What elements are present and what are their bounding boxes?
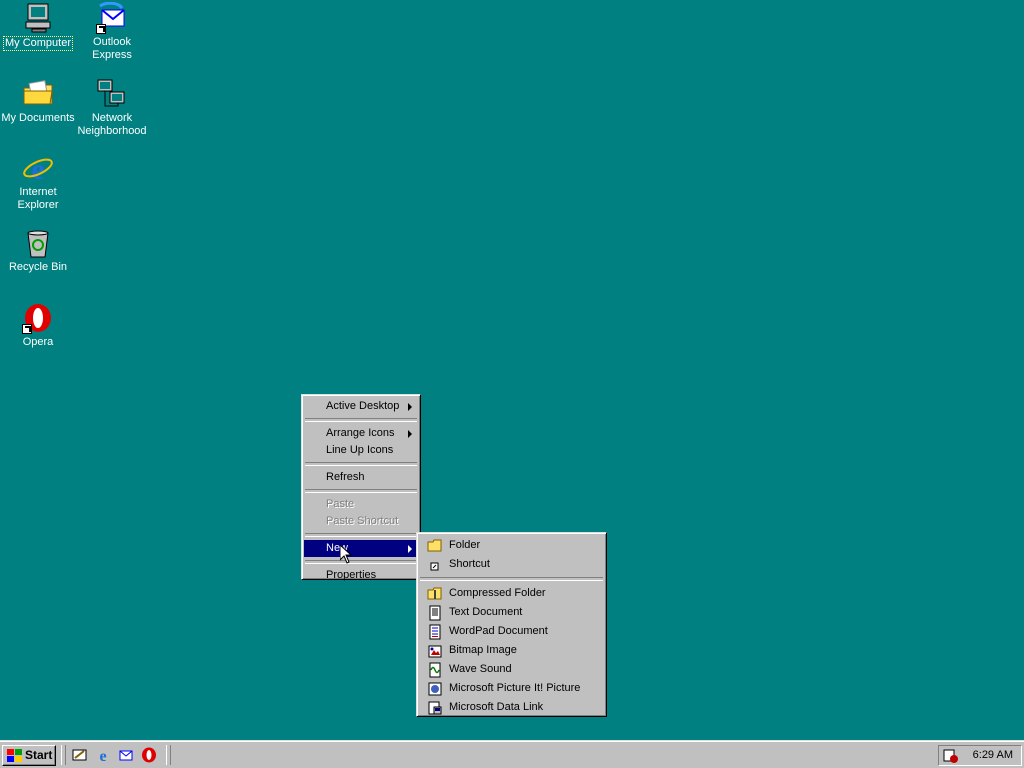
show-desktop-icon[interactable] bbox=[72, 747, 88, 763]
desktop-icon-label: Network Neighborhood bbox=[77, 112, 147, 137]
submenu-item-compressed-folder[interactable]: Compressed Folder bbox=[419, 584, 604, 603]
desktop-icon-recycle-bin[interactable]: Recycle Bin bbox=[0, 227, 76, 274]
outlook-express-icon bbox=[96, 1, 128, 34]
desktop-icon-label: Internet Explorer bbox=[17, 186, 59, 211]
folder-icon bbox=[22, 78, 54, 110]
menu-item-active-desktop[interactable]: Active Desktop bbox=[304, 398, 418, 415]
submenu-item-wave-sound[interactable]: Wave Sound bbox=[419, 660, 604, 679]
wave-sound-icon bbox=[427, 662, 443, 678]
shortcut-arrow-icon bbox=[96, 24, 106, 34]
submenu-item-data-link[interactable]: Microsoft Data Link bbox=[419, 698, 604, 717]
submenu-item-shortcut[interactable]: Shortcut bbox=[419, 555, 604, 574]
scheduler-icon[interactable] bbox=[943, 748, 959, 764]
desktop-icon-label: Recycle Bin bbox=[8, 261, 68, 273]
my-computer-icon bbox=[22, 2, 54, 34]
taskbar: Start e 6:29 AM bbox=[0, 740, 1024, 768]
outlook-express-icon[interactable] bbox=[118, 747, 134, 763]
network-neighborhood-icon bbox=[96, 78, 128, 110]
start-button[interactable]: Start bbox=[2, 745, 56, 766]
menu-separator bbox=[420, 577, 603, 581]
submenu-item-bitmap-image[interactable]: Bitmap Image bbox=[419, 641, 604, 660]
desktop-icon-label: My Documents bbox=[1, 112, 75, 124]
menu-separator bbox=[305, 560, 417, 564]
svg-text:e: e bbox=[99, 748, 106, 763]
desktop-icon-internet-explorer[interactable]: e Internet Explorer bbox=[0, 152, 76, 212]
desktop-icon-opera[interactable]: Opera bbox=[0, 302, 76, 349]
menu-separator bbox=[305, 489, 417, 493]
menu-separator bbox=[305, 533, 417, 537]
menu-item-arrange-icons[interactable]: Arrange Icons bbox=[304, 425, 418, 442]
windows-logo-icon bbox=[7, 749, 22, 762]
opera-icon bbox=[22, 302, 54, 334]
submenu-arrow-icon bbox=[408, 403, 412, 411]
recycle-bin-icon bbox=[22, 227, 54, 259]
submenu-arrow-icon bbox=[408, 545, 412, 553]
submenu-item-wordpad-document[interactable]: WordPad Document bbox=[419, 622, 604, 641]
menu-item-new[interactable]: New bbox=[304, 540, 418, 557]
new-submenu: Folder Shortcut Compressed Folder Text D… bbox=[416, 532, 607, 717]
system-tray: 6:29 AM bbox=[938, 745, 1022, 766]
menu-item-paste: Paste bbox=[326, 498, 355, 510]
menu-item-line-up-icons[interactable]: Line Up Icons bbox=[304, 442, 418, 459]
data-link-icon bbox=[427, 700, 443, 716]
text-document-icon bbox=[427, 605, 443, 621]
submenu-arrow-icon bbox=[408, 430, 412, 438]
desktop-context-menu: Active Desktop Arrange Icons Line Up Ico… bbox=[301, 394, 421, 581]
folder-icon bbox=[427, 538, 443, 554]
mouse-cursor-icon bbox=[340, 545, 352, 564]
internet-explorer-icon: e bbox=[22, 152, 54, 186]
toolbar-grip[interactable] bbox=[61, 745, 66, 765]
submenu-item-folder[interactable]: Folder bbox=[419, 536, 604, 555]
desktop-icon-label: Opera bbox=[22, 336, 54, 348]
desktop-icon-label: Outlook Express bbox=[92, 36, 132, 61]
shortcut-icon bbox=[427, 557, 443, 573]
bitmap-image-icon bbox=[427, 643, 443, 659]
toolbar-grip[interactable] bbox=[166, 745, 171, 765]
desktop-icon-network-neighborhood[interactable]: Network Neighborhood bbox=[74, 78, 150, 138]
desktop-icon-my-documents[interactable]: My Documents bbox=[0, 78, 76, 125]
submenu-item-text-document[interactable]: Text Document bbox=[419, 603, 604, 622]
picture-it-icon bbox=[427, 681, 443, 697]
desktop-icon-my-computer[interactable]: My Computer bbox=[0, 2, 76, 51]
menu-separator bbox=[305, 418, 417, 422]
opera-icon[interactable] bbox=[141, 747, 157, 763]
compressed-folder-icon bbox=[427, 586, 443, 602]
svg-text:e: e bbox=[31, 153, 44, 184]
shortcut-arrow-icon bbox=[22, 324, 32, 334]
taskbar-clock[interactable]: 6:29 AM bbox=[973, 749, 1013, 761]
menu-item-refresh[interactable]: Refresh bbox=[304, 469, 418, 486]
wordpad-document-icon bbox=[427, 624, 443, 640]
menu-item-paste-shortcut: Paste Shortcut bbox=[326, 515, 399, 527]
menu-separator bbox=[305, 462, 417, 466]
menu-item-properties[interactable]: Properties bbox=[304, 567, 418, 584]
desktop-icon-label: My Computer bbox=[2, 36, 74, 51]
internet-explorer-icon[interactable]: e bbox=[95, 747, 111, 765]
submenu-item-picture-it[interactable]: Microsoft Picture It! Picture bbox=[419, 679, 604, 698]
desktop-icon-outlook-express[interactable]: Outlook Express bbox=[74, 1, 150, 62]
